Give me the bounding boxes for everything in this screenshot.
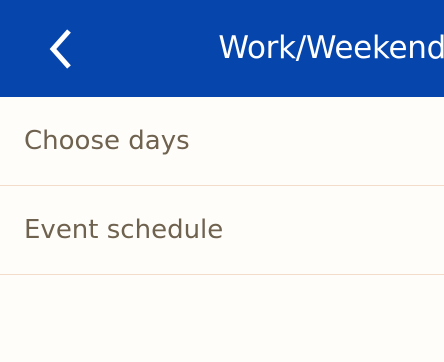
menu-item-choose-days[interactable]: Choose days: [0, 97, 444, 186]
header-bar: Work/Weekend: [0, 0, 444, 97]
menu-item-event-schedule[interactable]: Event schedule: [0, 186, 444, 275]
menu-item-label: Event schedule: [24, 215, 224, 245]
settings-menu: Choose days Event schedule: [0, 97, 444, 275]
back-button[interactable]: [30, 19, 90, 79]
menu-item-label: Choose days: [24, 126, 190, 156]
page-title: Work/Weekend: [218, 30, 444, 66]
chevron-left-icon: [45, 27, 75, 71]
